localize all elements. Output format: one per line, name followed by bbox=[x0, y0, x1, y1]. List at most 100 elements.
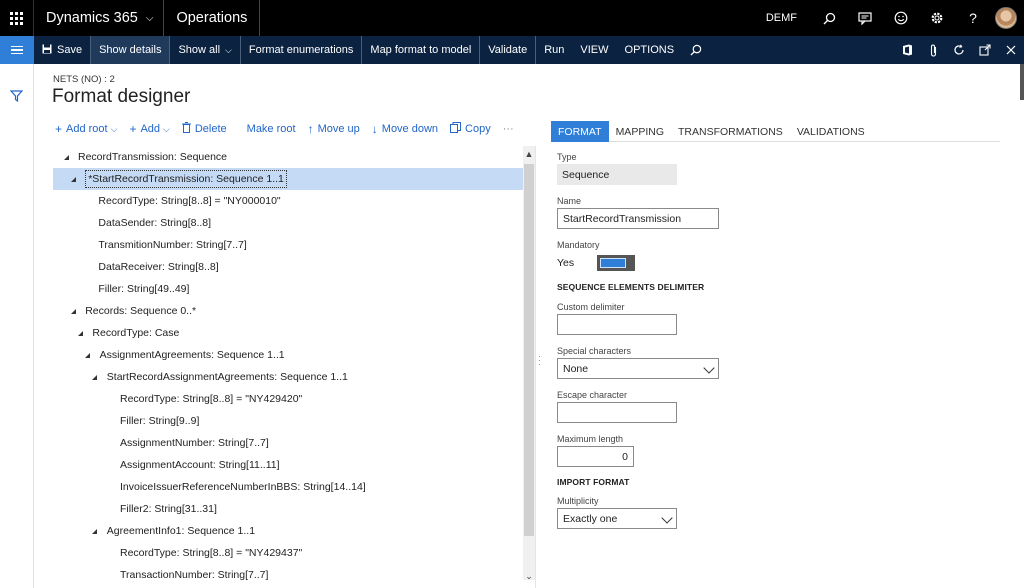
move-down-button[interactable]: ↓ Move down bbox=[372, 122, 438, 136]
copy-button[interactable]: Copy bbox=[450, 122, 491, 136]
office-icon[interactable] bbox=[894, 36, 920, 64]
tree-node[interactable]: RecordTransmission: Sequence bbox=[53, 146, 523, 168]
action-pane: Save Show details Show all ⌵ Format enum… bbox=[0, 36, 1024, 64]
tree-node[interactable]: TransactionNumber: String[7..7] bbox=[53, 564, 523, 586]
map-format-to-model-button[interactable]: Map format to model bbox=[362, 36, 481, 64]
tree-node[interactable]: RecordType: String[8..8] = "NY429437" bbox=[53, 542, 523, 564]
tab-format[interactable]: FORMAT bbox=[551, 121, 609, 142]
tree-node-label: AssignmentAccount: String[11..11] bbox=[120, 459, 280, 471]
view-tab[interactable]: VIEW bbox=[572, 36, 616, 64]
special-characters-select[interactable]: None bbox=[557, 358, 719, 379]
maximum-length-field[interactable]: 0 bbox=[557, 446, 634, 467]
app-launcher-button[interactable] bbox=[0, 0, 34, 36]
tree-node[interactable]: Filler2: String[31..31] bbox=[53, 498, 523, 520]
splitter-grip-icon[interactable]: · · · bbox=[538, 352, 541, 369]
add-root-button[interactable]: + Add root ⌵ bbox=[55, 122, 117, 136]
gear-icon[interactable] bbox=[919, 0, 955, 36]
show-all-button[interactable]: Show all ⌵ bbox=[170, 36, 241, 64]
expand-triangle-icon[interactable] bbox=[83, 352, 93, 359]
tree-node-label: TransmitionNumber: String[7..7] bbox=[98, 239, 247, 251]
tree-node[interactable]: StartRecordAssignmentAgreements: Sequenc… bbox=[53, 366, 523, 388]
close-icon[interactable] bbox=[998, 36, 1024, 64]
module-name[interactable]: Operations bbox=[164, 0, 261, 36]
tree-node[interactable]: DataReceiver: String[8..8] bbox=[53, 256, 523, 278]
tree-node[interactable]: RecordType: Case bbox=[53, 322, 523, 344]
tree-node[interactable]: Filler: String[49..49] bbox=[53, 278, 523, 300]
delete-button[interactable]: Delete bbox=[181, 122, 227, 136]
make-root-button[interactable]: Make root bbox=[247, 123, 296, 135]
tree-node[interactable]: Records: Sequence 0..* bbox=[53, 300, 523, 322]
tree-node[interactable]: RecordType: String[8..8] = "NY000010" bbox=[53, 190, 523, 212]
add-root-label: Add root bbox=[66, 123, 108, 135]
tree-node[interactable]: RecordType: String[8..8] = "NY429420" bbox=[53, 388, 523, 410]
tree-node[interactable]: AgreementInfo1: Sequence 1..1 bbox=[53, 520, 523, 542]
tree-node[interactable]: AssignmentAccount: String[11..11] bbox=[53, 454, 523, 476]
chevron-down-icon bbox=[703, 362, 715, 374]
filter-icon[interactable] bbox=[9, 90, 24, 104]
search-icon[interactable] bbox=[811, 0, 847, 36]
attachment-icon[interactable] bbox=[920, 36, 946, 64]
tree-node-label: AgreementInfo1: Sequence 1..1 bbox=[106, 525, 256, 537]
tab-transformations[interactable]: TRANSFORMATIONS bbox=[671, 121, 790, 142]
expand-triangle-icon[interactable] bbox=[75, 330, 85, 337]
tree-scrollbar[interactable]: ▲ ⌄ bbox=[523, 146, 535, 582]
custom-delimiter-field[interactable] bbox=[557, 314, 677, 335]
left-navigation-strip bbox=[0, 64, 34, 588]
validate-button[interactable]: Validate bbox=[480, 36, 537, 64]
brand-menu[interactable]: Dynamics 365 ⌵ bbox=[34, 0, 165, 36]
tab-validations[interactable]: VALIDATIONS bbox=[790, 121, 872, 142]
expand-triangle-icon[interactable] bbox=[68, 176, 78, 183]
expand-triangle-icon[interactable] bbox=[90, 374, 100, 381]
help-icon[interactable]: ? bbox=[955, 0, 991, 36]
mandatory-label: Mandatory bbox=[557, 240, 600, 250]
right-scroll-edge bbox=[1020, 64, 1024, 100]
expand-triangle-icon[interactable] bbox=[90, 528, 100, 535]
company-picker[interactable]: DEMF bbox=[752, 12, 811, 24]
mandatory-toggle[interactable] bbox=[597, 255, 635, 271]
tree-node-label: InvoiceIssuerReferenceNumberInBBS: Strin… bbox=[120, 481, 366, 493]
save-button[interactable]: Save bbox=[34, 36, 92, 64]
tree-node[interactable]: InvoiceIssuerReferenceNumberInBBS: Strin… bbox=[53, 476, 523, 498]
plus-icon: + bbox=[129, 122, 137, 136]
waffle-icon bbox=[10, 11, 23, 25]
add-button[interactable]: + Add ⌵ bbox=[129, 122, 169, 136]
chevron-down-icon: ⌵ bbox=[225, 44, 232, 55]
tree-node[interactable]: Filler: String[9..9] bbox=[53, 410, 523, 432]
chevron-down-icon: ⌵ bbox=[145, 12, 154, 24]
format-enumerations-button[interactable]: Format enumerations bbox=[241, 36, 363, 64]
tree-node[interactable]: TransmitionNumber: String[7..7] bbox=[53, 234, 523, 256]
tree-node-label: RecordType: Case bbox=[92, 327, 180, 339]
action-search-icon[interactable] bbox=[682, 36, 710, 64]
tree-node-label: TransactionNumber: String[7..7] bbox=[120, 569, 269, 581]
expand-triangle-icon[interactable] bbox=[68, 308, 78, 315]
more-options-button[interactable]: ··· bbox=[503, 123, 514, 135]
tree-node[interactable]: *StartRecordTransmission: Sequence 1..1 bbox=[53, 168, 523, 190]
run-button[interactable]: Run bbox=[536, 36, 572, 64]
arrow-down-icon: ↓ bbox=[371, 122, 378, 136]
tree-node[interactable]: DataSender: String[8..8] bbox=[53, 212, 523, 234]
open-in-new-window-icon[interactable] bbox=[972, 36, 998, 64]
name-field[interactable]: StartRecordTransmission bbox=[557, 208, 719, 229]
multiplicity-select[interactable]: Exactly one bbox=[557, 508, 677, 529]
hamburger-menu-icon[interactable] bbox=[0, 36, 34, 64]
tree-node[interactable]: AssignmentNumber: String[7..7] bbox=[53, 432, 523, 454]
options-tab[interactable]: OPTIONS bbox=[617, 36, 683, 64]
tab-mapping[interactable]: MAPPING bbox=[609, 121, 671, 142]
escape-character-field[interactable] bbox=[557, 402, 677, 423]
pane-splitter[interactable] bbox=[535, 146, 536, 588]
refresh-icon[interactable] bbox=[946, 36, 972, 64]
scroll-down-arrow-icon[interactable]: ⌄ bbox=[524, 570, 534, 582]
smiley-feedback-icon[interactable] bbox=[883, 0, 919, 36]
expand-triangle-icon[interactable] bbox=[61, 154, 71, 161]
show-details-button[interactable]: Show details bbox=[91, 36, 171, 64]
name-label: Name bbox=[557, 196, 582, 206]
move-up-button[interactable]: ↑ Move up bbox=[308, 122, 360, 136]
avatar[interactable] bbox=[995, 7, 1017, 29]
tree-node[interactable]: AssignmentAgreements: Sequence 1..1 bbox=[53, 344, 523, 366]
breadcrumb: NETS (NO) : 2 bbox=[53, 74, 115, 85]
scrollbar-thumb[interactable] bbox=[524, 164, 534, 536]
message-icon[interactable] bbox=[847, 0, 883, 36]
scroll-up-arrow-icon[interactable]: ▲ bbox=[524, 148, 534, 160]
maximum-length-label: Maximum length bbox=[557, 434, 624, 444]
chevron-down-icon bbox=[661, 512, 673, 524]
